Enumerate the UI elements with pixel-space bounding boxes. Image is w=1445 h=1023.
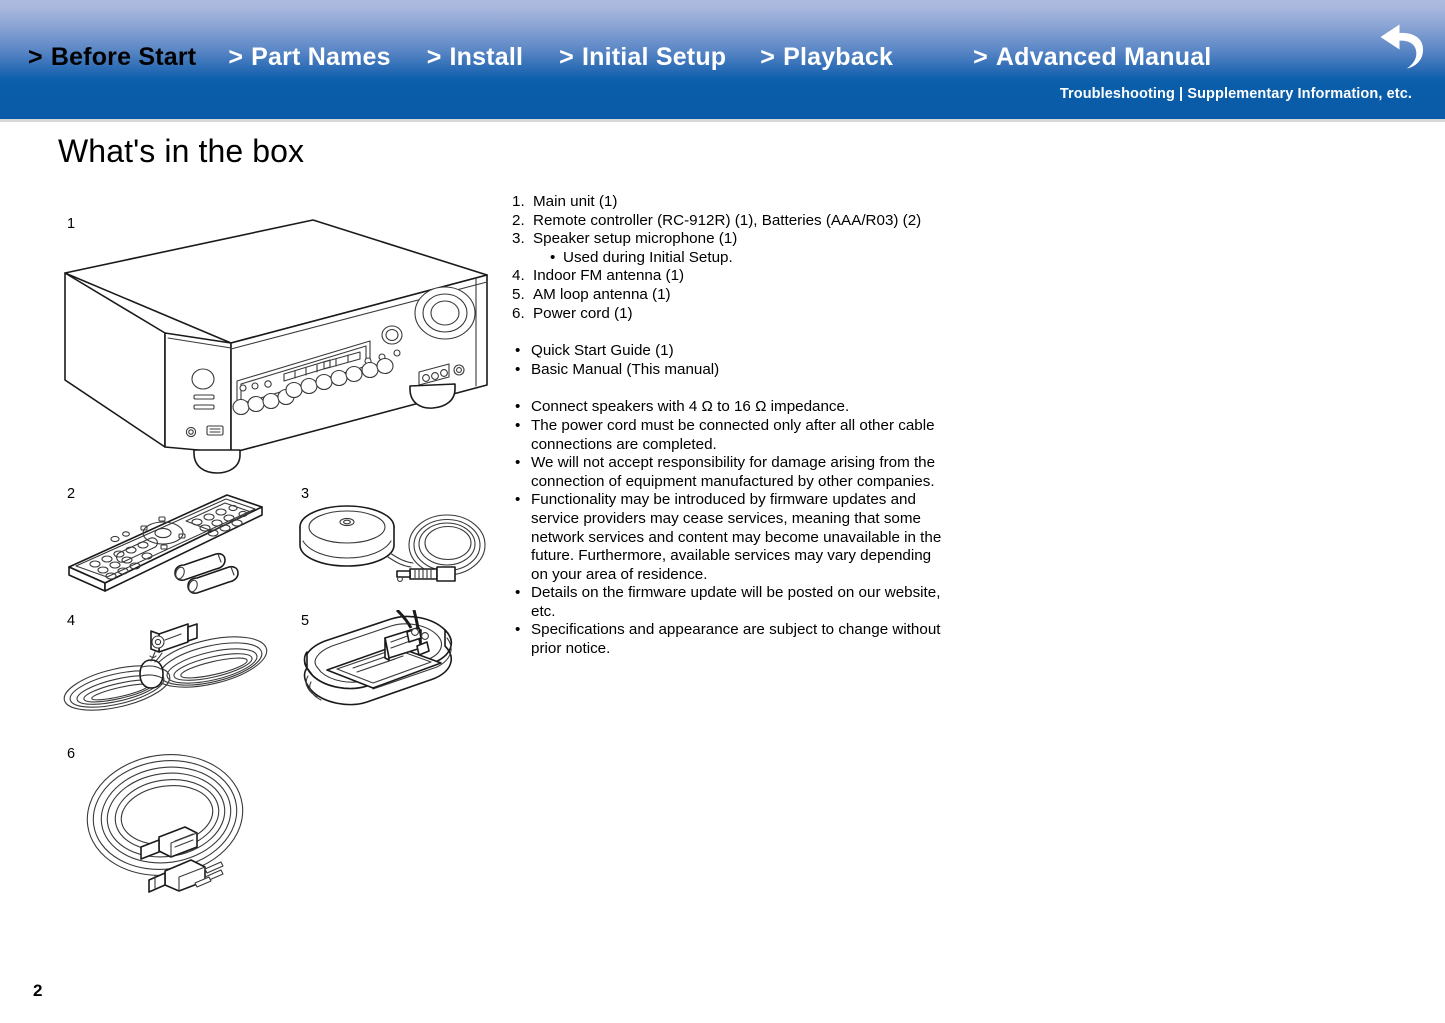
figure-power-cord: 6 <box>55 743 285 898</box>
figure-setup-microphone: 3 <box>287 483 487 598</box>
figure-number: 1 <box>67 216 76 232</box>
list-item: 2. Remote controller (RC-912R) (1), Batt… <box>512 212 942 231</box>
sub-bullet-list: Used during Initial Setup. <box>533 249 942 268</box>
list-item: Basic Manual (This manual) <box>512 361 942 380</box>
list-marker: 3. <box>512 230 525 248</box>
list-item: Quick Start Guide (1) <box>512 342 942 361</box>
figure-number: 5 <box>301 613 310 629</box>
list-item: 6. Power cord (1) <box>512 305 942 324</box>
main-nav: > Before Start > Part Names > Install > … <box>0 36 1340 78</box>
figure-fm-antenna: 4 <box>55 610 285 725</box>
list-item: Functionality may be introduced by firmw… <box>512 491 942 584</box>
list-marker: 4. <box>512 267 525 285</box>
notes-bullet-list: Connect speakers with 4 Ω to 16 Ω impeda… <box>512 398 942 658</box>
figure-number: 6 <box>67 746 76 762</box>
list-item-text: Power cord (1) <box>533 304 633 322</box>
figure-number: 2 <box>67 486 76 502</box>
list-marker: 6. <box>512 304 525 322</box>
nav-chevron-icon: > <box>559 42 574 71</box>
list-item: 5. AM loop antenna (1) <box>512 286 942 305</box>
list-item-text: Speaker setup microphone (1) <box>533 230 738 248</box>
back-arrow-icon[interactable] <box>1369 18 1431 74</box>
nav-chevron-icon: > <box>28 42 43 71</box>
list-item: 1. Main unit (1) <box>512 193 942 212</box>
nav-chevron-icon: > <box>760 42 776 71</box>
contents-text-column: 1. Main unit (1) 2. Remote controller (R… <box>512 193 942 659</box>
figure-am-loop-antenna: 5 <box>287 610 487 725</box>
nav-item-label: Before Start <box>50 42 197 71</box>
nav-item-label: Install <box>449 42 524 71</box>
list-item-text: Main unit (1) <box>533 193 618 210</box>
documents-bullet-list: Quick Start Guide (1) Basic Manual (This… <box>512 342 942 379</box>
top-navigation-header: > Before Start > Part Names > Install > … <box>0 0 1445 119</box>
figure-number: 3 <box>301 486 310 502</box>
list-item: Details on the firmware update will be p… <box>512 584 942 621</box>
list-item: 3. Speaker setup microphone (1) Used dur… <box>512 230 942 267</box>
list-item: Specifications and appearance are subjec… <box>512 621 942 658</box>
nav-item-part-names[interactable]: > Part Names <box>228 42 391 71</box>
nav-item-label: Part Names <box>251 42 391 71</box>
list-marker: 2. <box>512 211 525 229</box>
nav-item-install[interactable]: > Install <box>426 42 524 71</box>
nav-item-playback[interactable]: > Playback <box>760 42 894 71</box>
nav-chevron-icon: > <box>426 42 442 71</box>
list-item: Connect speakers with 4 Ω to 16 Ω impeda… <box>512 398 942 417</box>
box-contents-numbered-list: 1. Main unit (1) 2. Remote controller (R… <box>512 193 942 323</box>
figure-number: 4 <box>67 613 76 629</box>
nav-item-initial-setup[interactable]: > Initial Setup <box>559 42 727 71</box>
nav-item-label: Initial Setup <box>581 42 727 71</box>
figure-remote-controller: 2 <box>55 483 285 598</box>
list-item: 4. Indoor FM antenna (1) <box>512 267 942 286</box>
header-divider <box>0 119 1445 122</box>
list-item: The power cord must be connected only af… <box>512 417 942 454</box>
figure-main-unit: 1 <box>55 205 495 480</box>
nav-item-label: Advanced Manual <box>995 42 1212 71</box>
list-marker: 1. <box>512 193 525 210</box>
nav-chevron-icon: > <box>228 42 244 71</box>
figure-column: 1 2 3 4 5 6 <box>55 205 495 905</box>
subnav-links[interactable]: Troubleshooting | Supplementary Informat… <box>1060 86 1412 102</box>
page-title: What's in the box <box>58 133 305 169</box>
list-item-text: AM loop antenna (1) <box>533 285 671 303</box>
nav-chevron-icon: > <box>973 42 988 71</box>
list-marker: 5. <box>512 285 525 303</box>
nav-item-label: Playback <box>783 42 894 71</box>
nav-item-before-start[interactable]: > Before Start <box>28 42 197 71</box>
nav-item-advanced-manual[interactable]: > Advanced Manual <box>973 42 1212 71</box>
list-item: We will not accept responsibility for da… <box>512 454 942 491</box>
list-item-text: Indoor FM antenna (1) <box>533 267 685 285</box>
page-number: 2 <box>33 981 43 1000</box>
list-item-text: Remote controller (RC-912R) (1), Batteri… <box>533 211 922 229</box>
sub-list-item: Used during Initial Setup. <box>550 249 942 268</box>
